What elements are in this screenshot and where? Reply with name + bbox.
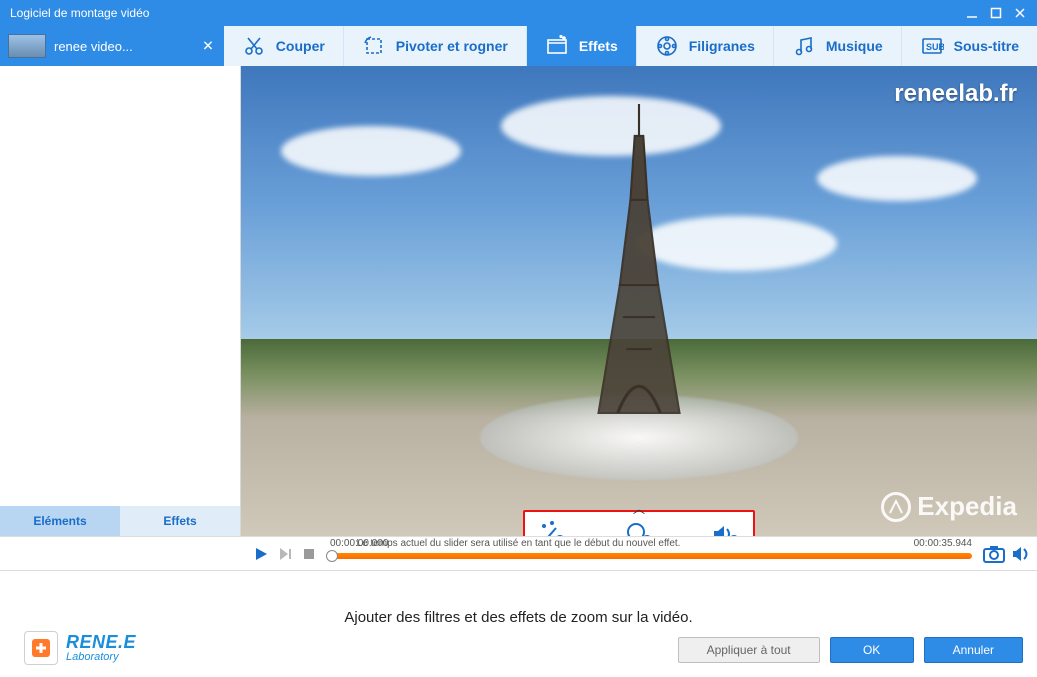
svg-text:SUB: SUB xyxy=(926,42,944,52)
tool-label: Musique xyxy=(826,38,883,54)
file-tab-label: renee video... xyxy=(54,39,133,54)
subtitle-icon: SUB xyxy=(920,34,944,58)
watermark-bottom-right: Expedia xyxy=(881,491,1017,522)
tool-musique[interactable]: Musique xyxy=(774,26,902,66)
info-bar: Ajouter des filtres et des effets de zoo… xyxy=(0,570,1037,677)
info-message: Ajouter des filtres et des effets de zoo… xyxy=(344,609,692,626)
timeline-hint: Le temps actuel du slider sera utilisé e… xyxy=(357,538,681,549)
title-bar: Logiciel de montage vidéo xyxy=(0,0,1037,26)
window-title: Logiciel de montage vidéo xyxy=(10,6,149,20)
video-stage: reneelab.fr Expedia ︿ xyxy=(241,66,1037,536)
tool-label: Sous-titre xyxy=(954,38,1019,54)
audio-add-icon xyxy=(710,520,740,536)
popup-wand-button[interactable] xyxy=(535,518,571,536)
tool-pivoter[interactable]: Pivoter et rogner xyxy=(344,26,527,66)
rotate-crop-icon xyxy=(362,34,386,58)
watermark-top-right: reneelab.fr xyxy=(894,80,1017,108)
brand-icon xyxy=(24,631,58,665)
file-thumbnail xyxy=(8,34,46,58)
tool-effets[interactable]: Effets xyxy=(527,26,637,66)
popup-audio-button[interactable] xyxy=(707,518,743,536)
timeline-track[interactable] xyxy=(330,553,972,559)
sidebar-tab-elements[interactable]: Eléments xyxy=(0,506,120,536)
stop-button[interactable] xyxy=(300,545,318,563)
tool-soustitre[interactable]: SUB Sous-titre xyxy=(902,26,1037,66)
brand-sub: Laboratory xyxy=(66,651,136,663)
timeline-knob[interactable] xyxy=(326,550,338,562)
apply-all-button[interactable]: Appliquer à tout xyxy=(678,637,820,663)
zoom-add-icon xyxy=(624,520,654,536)
volume-button[interactable] xyxy=(1011,545,1031,568)
tool-label: Filigranes xyxy=(689,38,755,54)
effect-popup: ︿ xyxy=(523,510,755,536)
main-toolbar: renee video... ✕ Couper Pivoter et rogne… xyxy=(0,26,1037,66)
music-icon xyxy=(792,34,816,58)
brand-name: RENE.E xyxy=(66,633,136,651)
popup-zoom-button[interactable] xyxy=(621,518,657,536)
tool-couper[interactable]: Couper xyxy=(224,26,344,66)
expedia-logo-icon xyxy=(881,492,911,522)
tool-label: Couper xyxy=(276,38,325,54)
video-preview[interactable]: reneelab.fr Expedia ︿ xyxy=(241,66,1037,536)
snapshot-button[interactable] xyxy=(983,545,1005,568)
tool-label: Effets xyxy=(579,38,618,54)
minimize-button[interactable] xyxy=(961,4,983,22)
sidebar: Eléments Effets xyxy=(0,66,241,536)
tool-filigranes[interactable]: Filigranes xyxy=(637,26,774,66)
effects-icon xyxy=(545,34,569,58)
watermark-icon xyxy=(655,34,679,58)
cancel-button[interactable]: Annuler xyxy=(924,637,1023,663)
chevron-up-icon[interactable]: ︿ xyxy=(633,500,645,517)
file-tab[interactable]: renee video... ✕ xyxy=(0,26,224,66)
time-end: 00:00:35.944 xyxy=(914,538,972,549)
maximize-button[interactable] xyxy=(985,4,1007,22)
close-button[interactable] xyxy=(1009,4,1031,22)
tool-label: Pivoter et rogner xyxy=(396,38,508,54)
ok-button[interactable]: OK xyxy=(830,637,914,663)
cut-icon xyxy=(242,34,266,58)
eiffel-tower-graphic xyxy=(569,104,709,424)
play-button[interactable] xyxy=(252,545,270,563)
file-tab-close[interactable]: ✕ xyxy=(202,38,214,55)
magic-wand-add-icon xyxy=(538,520,568,536)
timeline-bar: 00:00:00.000 00:00:35.944 Le temps actue… xyxy=(0,536,1037,570)
sidebar-tab-effets[interactable]: Effets xyxy=(120,506,240,536)
step-button[interactable] xyxy=(276,545,294,563)
brand-logo: RENE.E Laboratory xyxy=(24,631,136,665)
